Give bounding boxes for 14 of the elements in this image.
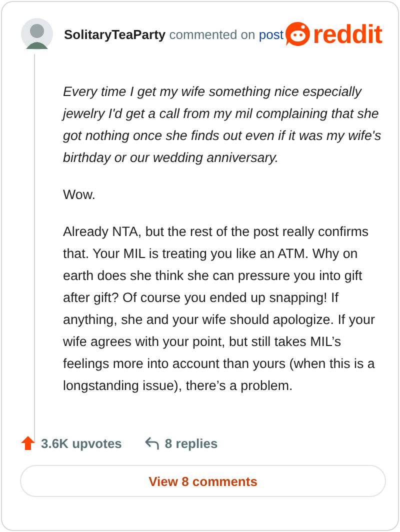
upvote-icon[interactable] (20, 435, 36, 451)
comment-text: Already NTA, but the rest of the post really confirms that. Your MIL is treating you like an ATM. Why on earth does she think she can pressure you into gift after gift? Of course you ended up snapping! If anything, she and your wife should apologize. If your wife agrees with your point, but still takes MIL’s feelings more into account than yours (when this is a longstanding issue), there’s a problem. (63, 223, 376, 395)
comment-text: Wow. (63, 186, 96, 204)
upvote-count: 3.6K upvotes (41, 436, 122, 450)
post-link[interactable]: post (258, 26, 284, 42)
avatar-icon (20, 17, 54, 51)
username[interactable]: SolitaryTeaParty (64, 26, 166, 42)
action-text: commented on (169, 26, 256, 42)
quoted-text: Every time I get my wife something nice especially jewelry I'd get a call from my mil complaining that she got nothing once she finds out even if it was my wife's birthday or our wedding anniversary. (63, 83, 382, 167)
reddit-logo: reddit (312, 21, 382, 47)
reply-count: 8 replies (164, 436, 218, 450)
snoo-icon (284, 21, 311, 47)
view-comments-button[interactable]: View 8 comments (20, 465, 386, 497)
reply-icon[interactable] (144, 435, 160, 451)
